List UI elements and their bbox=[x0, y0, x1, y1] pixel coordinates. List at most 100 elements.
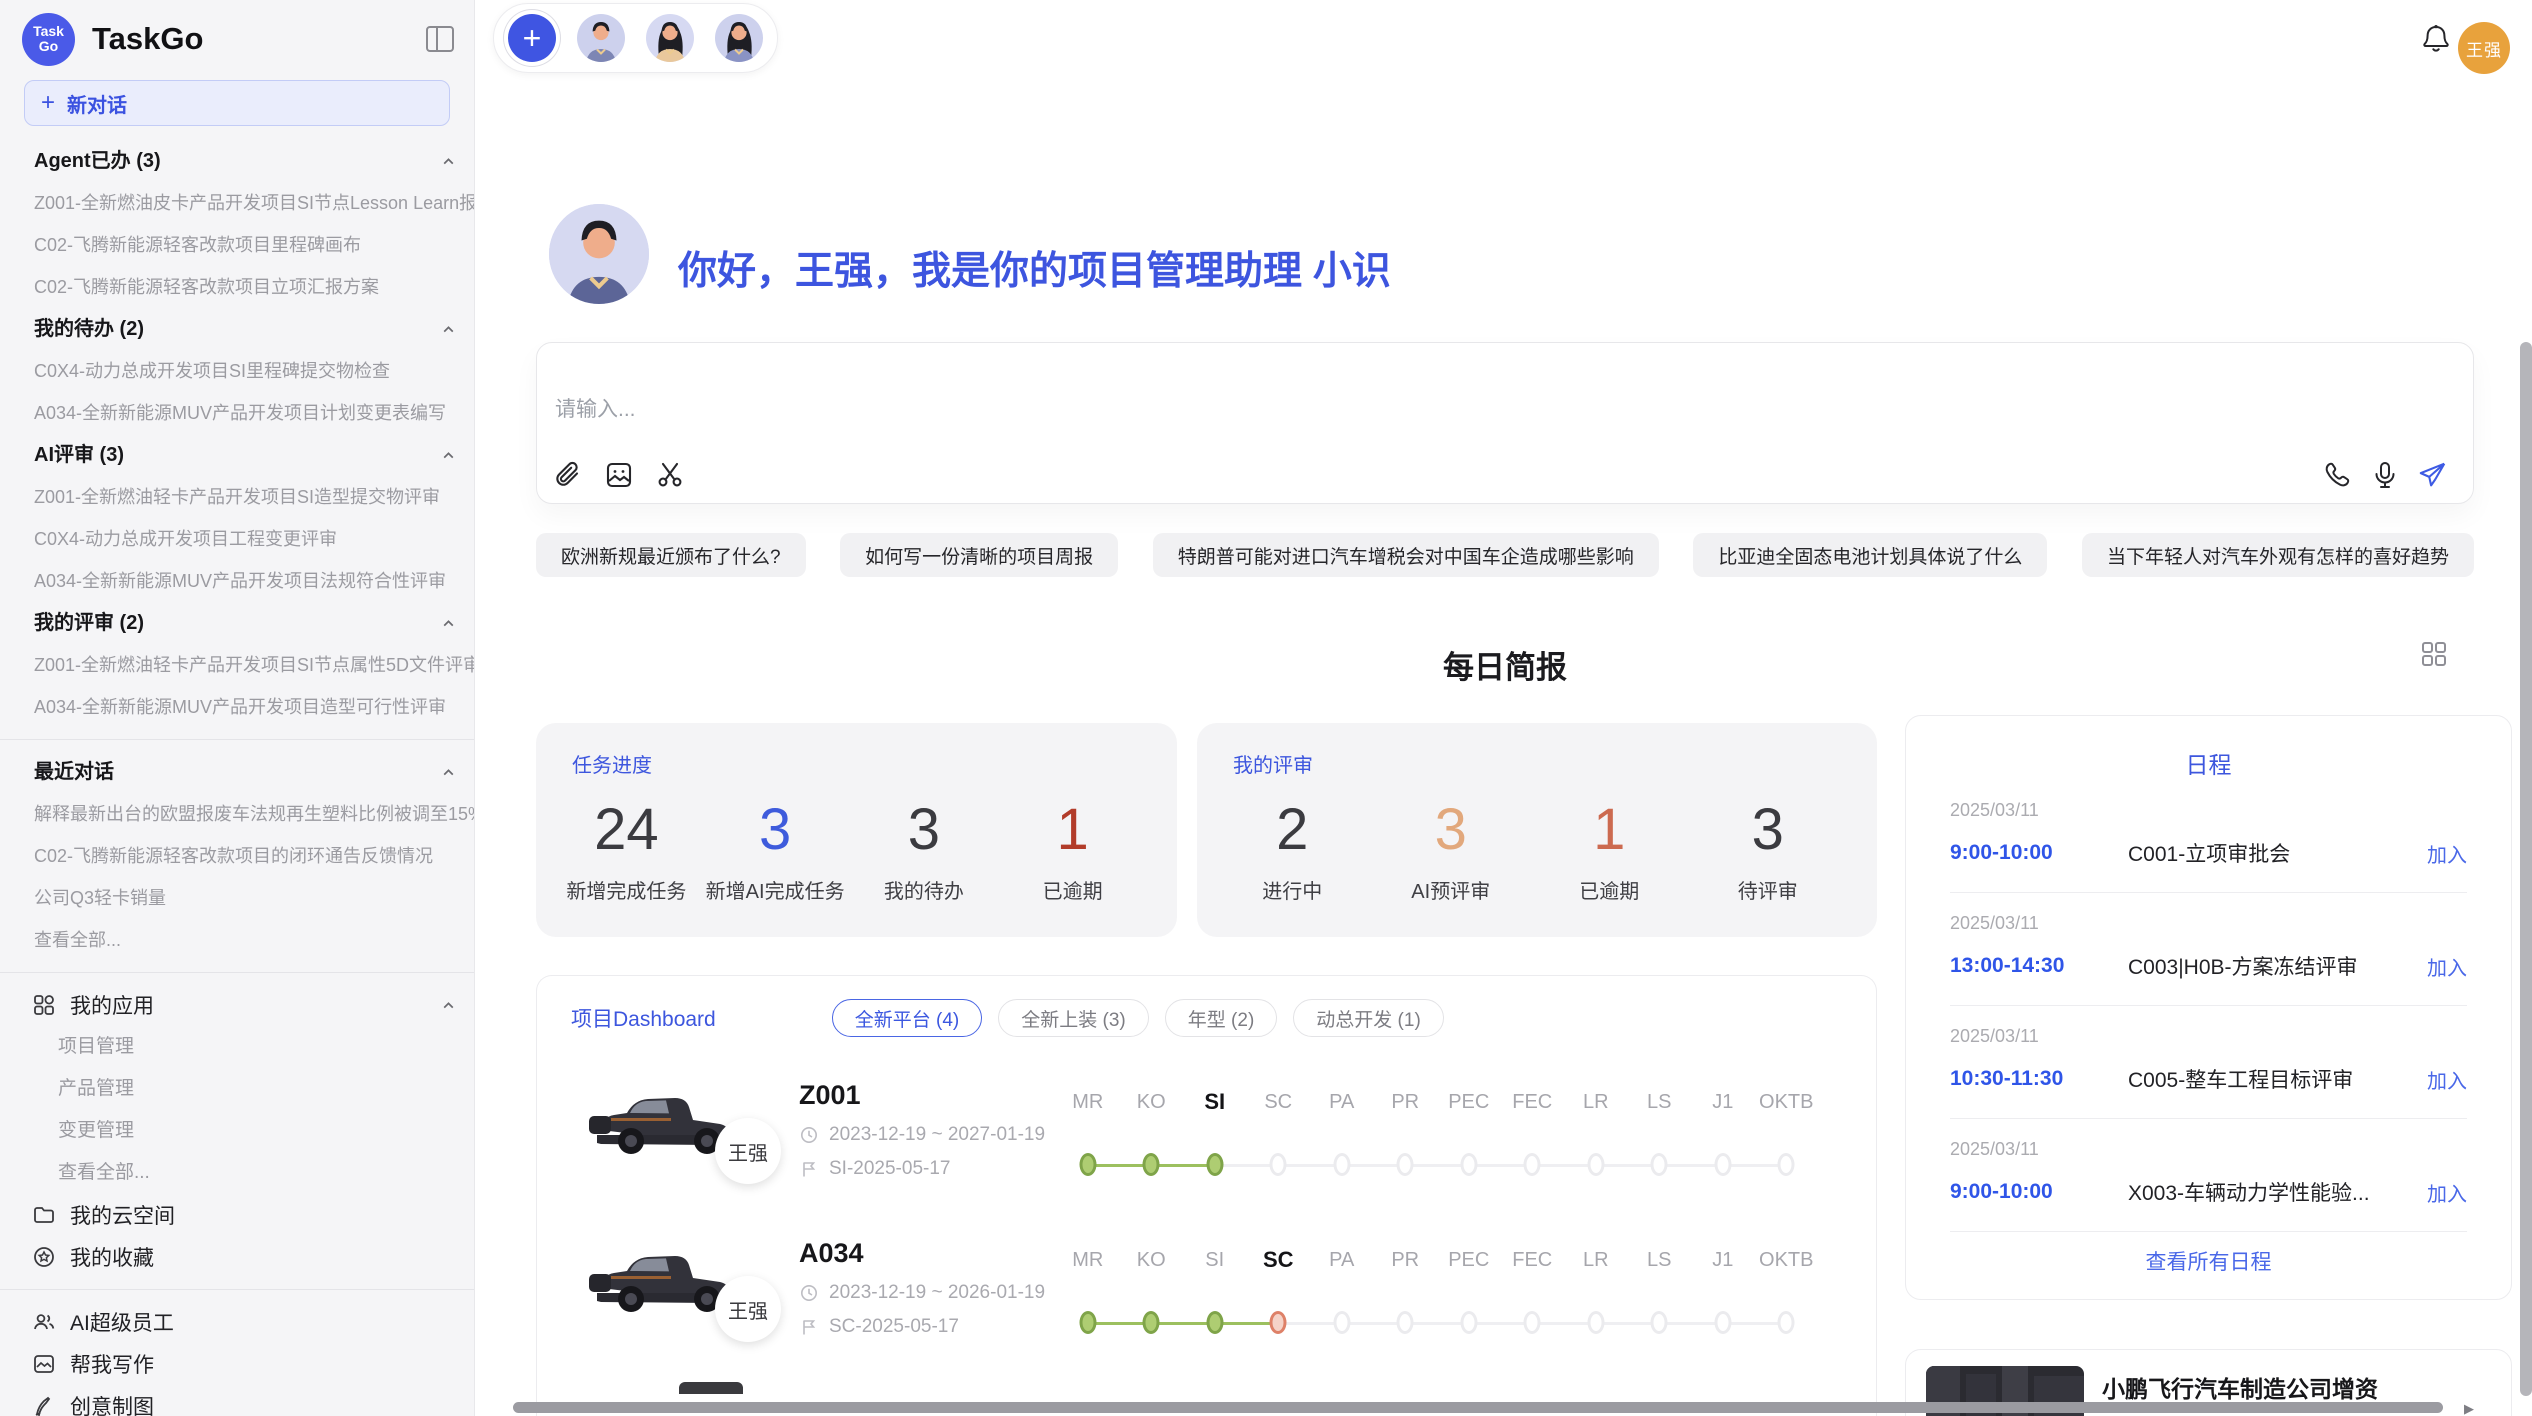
suggestion-chip[interactable]: 如何写一份清晰的项目周报 bbox=[840, 533, 1118, 577]
milestone-label: FEC bbox=[1512, 1247, 1552, 1273]
sidebar-section-header[interactable]: 我的评审 (2) bbox=[0, 602, 474, 644]
dashboard-tab[interactable]: 动总开发 (1) bbox=[1293, 999, 1444, 1037]
recent-chat-item[interactable]: 解释最新出台的欧盟报废车法规再生塑料比例被调至15%... bbox=[0, 793, 474, 835]
sidebar-item[interactable]: C0X4-动力总成开发项目工程变更评审 bbox=[0, 518, 474, 560]
sidebar-item-ai-super-staff[interactable]: AI超级员工 bbox=[0, 1301, 474, 1343]
pen-icon bbox=[32, 1393, 58, 1416]
add-conversation-button[interactable]: + bbox=[508, 14, 556, 62]
scissors-icon[interactable] bbox=[654, 459, 686, 491]
project-row[interactable]: 王强Z0012023-12-19 ~ 2027-01-19SI-2025-05-… bbox=[537, 1060, 1876, 1218]
milestone-label: LS bbox=[1647, 1089, 1671, 1115]
message-composer bbox=[536, 342, 2474, 504]
app-sub-item[interactable]: 产品管理 bbox=[0, 1068, 474, 1110]
sidebar-item[interactable]: Z001-全新燃油皮卡产品开发项目SI节点Lesson Learn报告 bbox=[0, 182, 474, 224]
sidebar-collapse-icon[interactable] bbox=[426, 26, 454, 52]
join-meeting-link[interactable]: 加入 bbox=[2427, 952, 2467, 981]
notification-bell-icon[interactable] bbox=[2421, 24, 2451, 56]
item-label: 我的收藏 bbox=[70, 1242, 154, 1272]
milestone-dot-zone bbox=[1501, 1153, 1565, 1177]
vertical-scrollbar bbox=[2520, 342, 2532, 1396]
sidebar-item-my-apps[interactable]: 我的应用 bbox=[0, 984, 474, 1026]
stat-cell: 3待评审 bbox=[1689, 785, 1848, 919]
dashboard-tab[interactable]: 全新上装 (3) bbox=[998, 999, 1149, 1037]
sidebar-item[interactable]: A034-全新新能源MUV产品开发项目计划变更表编写 bbox=[0, 392, 474, 434]
daily-brief-title: 每日简报 bbox=[536, 642, 2474, 687]
sidebar-item[interactable]: C0X4-动力总成开发项目SI里程碑提交物检查 bbox=[0, 350, 474, 392]
recent-chat-item[interactable]: C02-飞腾新能源轻客改款项目的闭环通告反馈情况 bbox=[0, 835, 474, 877]
send-icon[interactable] bbox=[2417, 459, 2449, 491]
app-sub-item[interactable]: 变更管理 bbox=[0, 1110, 474, 1152]
view-all-schedule-link[interactable]: 查看所有日程 bbox=[1950, 1232, 2467, 1276]
milestone-dot-zone bbox=[1691, 1311, 1755, 1335]
milestone-dot bbox=[1397, 1311, 1414, 1334]
user-avatar[interactable]: 王强 bbox=[2458, 22, 2510, 74]
view-all-apps[interactable]: 查看全部... bbox=[0, 1152, 474, 1194]
schedule-row: 13:00-14:30C003|H0B-方案冻结评审加入 bbox=[1950, 951, 2467, 981]
suggestion-chip[interactable]: 欧洲新规最近颁布了什么? bbox=[536, 533, 806, 577]
sidebar-section-header[interactable]: 最近对话 bbox=[0, 751, 474, 793]
sidebar-item-cloud-space[interactable]: 我的云空间 bbox=[0, 1194, 474, 1236]
section-title: 最近对话 bbox=[34, 751, 114, 793]
sidebar-section-header[interactable]: Agent已办 (3) bbox=[0, 140, 474, 182]
recent-chat-item[interactable]: 公司Q3轻卡销量 bbox=[0, 877, 474, 919]
conversation-avatar[interactable] bbox=[577, 14, 625, 62]
chevron-up-icon bbox=[441, 154, 456, 169]
stat-label: 新增完成任务 bbox=[566, 875, 686, 904]
suggestion-chip[interactable]: 特朗普可能对进口汽车增税会对中国车企造成哪些影响 bbox=[1153, 533, 1659, 577]
sidebar-item[interactable]: Z001-全新燃油轻卡产品开发项目SI造型提交物评审 bbox=[0, 476, 474, 518]
milestone-dot-zone bbox=[1691, 1153, 1755, 1177]
sidebar-section-header[interactable]: AI评审 (3) bbox=[0, 434, 474, 476]
schedule-date: 2025/03/11 bbox=[1950, 1139, 2467, 1160]
sidebar-item[interactable]: C02-飞腾新能源轻客改款项目里程碑画布 bbox=[0, 224, 474, 266]
milestone: J1 bbox=[1691, 1247, 1755, 1335]
sidebar-section-header[interactable]: 我的待办 (2) bbox=[0, 308, 474, 350]
schedule-row: 9:00-10:00C001-立项审批会加入 bbox=[1950, 838, 2467, 868]
dashboard-tab[interactable]: 年型 (2) bbox=[1165, 999, 1278, 1037]
new-chat-button[interactable]: + 新对话 bbox=[24, 80, 450, 126]
dashboard-tabs: 全新平台 (4) 全新上装 (3) 年型 (2) 动总开发 (1) bbox=[832, 999, 1444, 1037]
composer-right-icons bbox=[2321, 459, 2449, 491]
item-label: 帮我写作 bbox=[70, 1349, 154, 1379]
voice-call-icon[interactable] bbox=[2321, 459, 2353, 491]
attachment-icon[interactable] bbox=[552, 459, 584, 491]
sidebar-item-creative-drawing[interactable]: 创意制图 bbox=[0, 1385, 474, 1416]
milestone-dot bbox=[1079, 1311, 1096, 1334]
milestone-label: SC bbox=[1263, 1247, 1294, 1273]
sidebar-item[interactable]: Z001-全新燃油轻卡产品开发项目SI节点属性5D文件评审 bbox=[0, 644, 474, 686]
scroll-right-arrow[interactable]: ▶ bbox=[2464, 1401, 2474, 1416]
conversation-avatar[interactable] bbox=[715, 14, 763, 62]
milestone-dot-zone bbox=[1374, 1153, 1438, 1177]
chevron-up-icon bbox=[441, 448, 456, 463]
sidebar-item[interactable]: A034-全新新能源MUV产品开发项目法规符合性评审 bbox=[0, 560, 474, 602]
message-input[interactable] bbox=[555, 398, 1755, 422]
chevron-up-icon bbox=[441, 322, 456, 337]
join-meeting-link[interactable]: 加入 bbox=[2427, 1178, 2467, 1207]
suggestion-chip[interactable]: 当下年轻人对汽车外观有怎样的喜好趋势 bbox=[2082, 533, 2474, 577]
sidebar-item[interactable]: A034-全新新能源MUV产品开发项目造型可行性评审 bbox=[0, 686, 474, 728]
suggestion-chip[interactable]: 比亚迪全固态电池计划具体说了什么 bbox=[1693, 533, 2047, 577]
sidebar-item-help-me-write[interactable]: 帮我写作 bbox=[0, 1343, 474, 1385]
project-row[interactable]: 王强A0342023-12-19 ~ 2026-01-19SC-2025-05-… bbox=[537, 1218, 1876, 1376]
join-meeting-link[interactable]: 加入 bbox=[2427, 839, 2467, 868]
join-meeting-link[interactable]: 加入 bbox=[2427, 1065, 2467, 1094]
stat-label: 待评审 bbox=[1738, 875, 1798, 904]
horizontal-scrollbar-thumb[interactable] bbox=[513, 1402, 2443, 1413]
milestone-dot bbox=[1079, 1153, 1096, 1176]
milestone-dot-zone bbox=[1056, 1153, 1120, 1177]
sidebar-item-favorites[interactable]: 我的收藏 bbox=[0, 1236, 474, 1278]
app-sub-item[interactable]: 项目管理 bbox=[0, 1026, 474, 1068]
milestone: SI bbox=[1183, 1247, 1247, 1335]
milestone-label: SI bbox=[1205, 1247, 1224, 1273]
milestone-dot bbox=[1397, 1153, 1414, 1176]
microphone-icon[interactable] bbox=[2369, 459, 2401, 491]
image-icon[interactable] bbox=[603, 459, 635, 491]
sidebar-item[interactable]: C02-飞腾新能源轻客改款项目立项汇报方案 bbox=[0, 266, 474, 308]
milestone-label: PA bbox=[1329, 1089, 1354, 1115]
vertical-scrollbar-thumb[interactable] bbox=[2520, 342, 2532, 1396]
conversation-avatar[interactable] bbox=[646, 14, 694, 62]
milestone-dot-zone bbox=[1247, 1311, 1311, 1335]
milestone: FEC bbox=[1501, 1089, 1565, 1177]
brief-layout-grid-icon[interactable] bbox=[2420, 640, 2448, 668]
dashboard-tab[interactable]: 全新平台 (4) bbox=[832, 999, 983, 1037]
view-all-recent[interactable]: 查看全部... bbox=[0, 919, 474, 961]
